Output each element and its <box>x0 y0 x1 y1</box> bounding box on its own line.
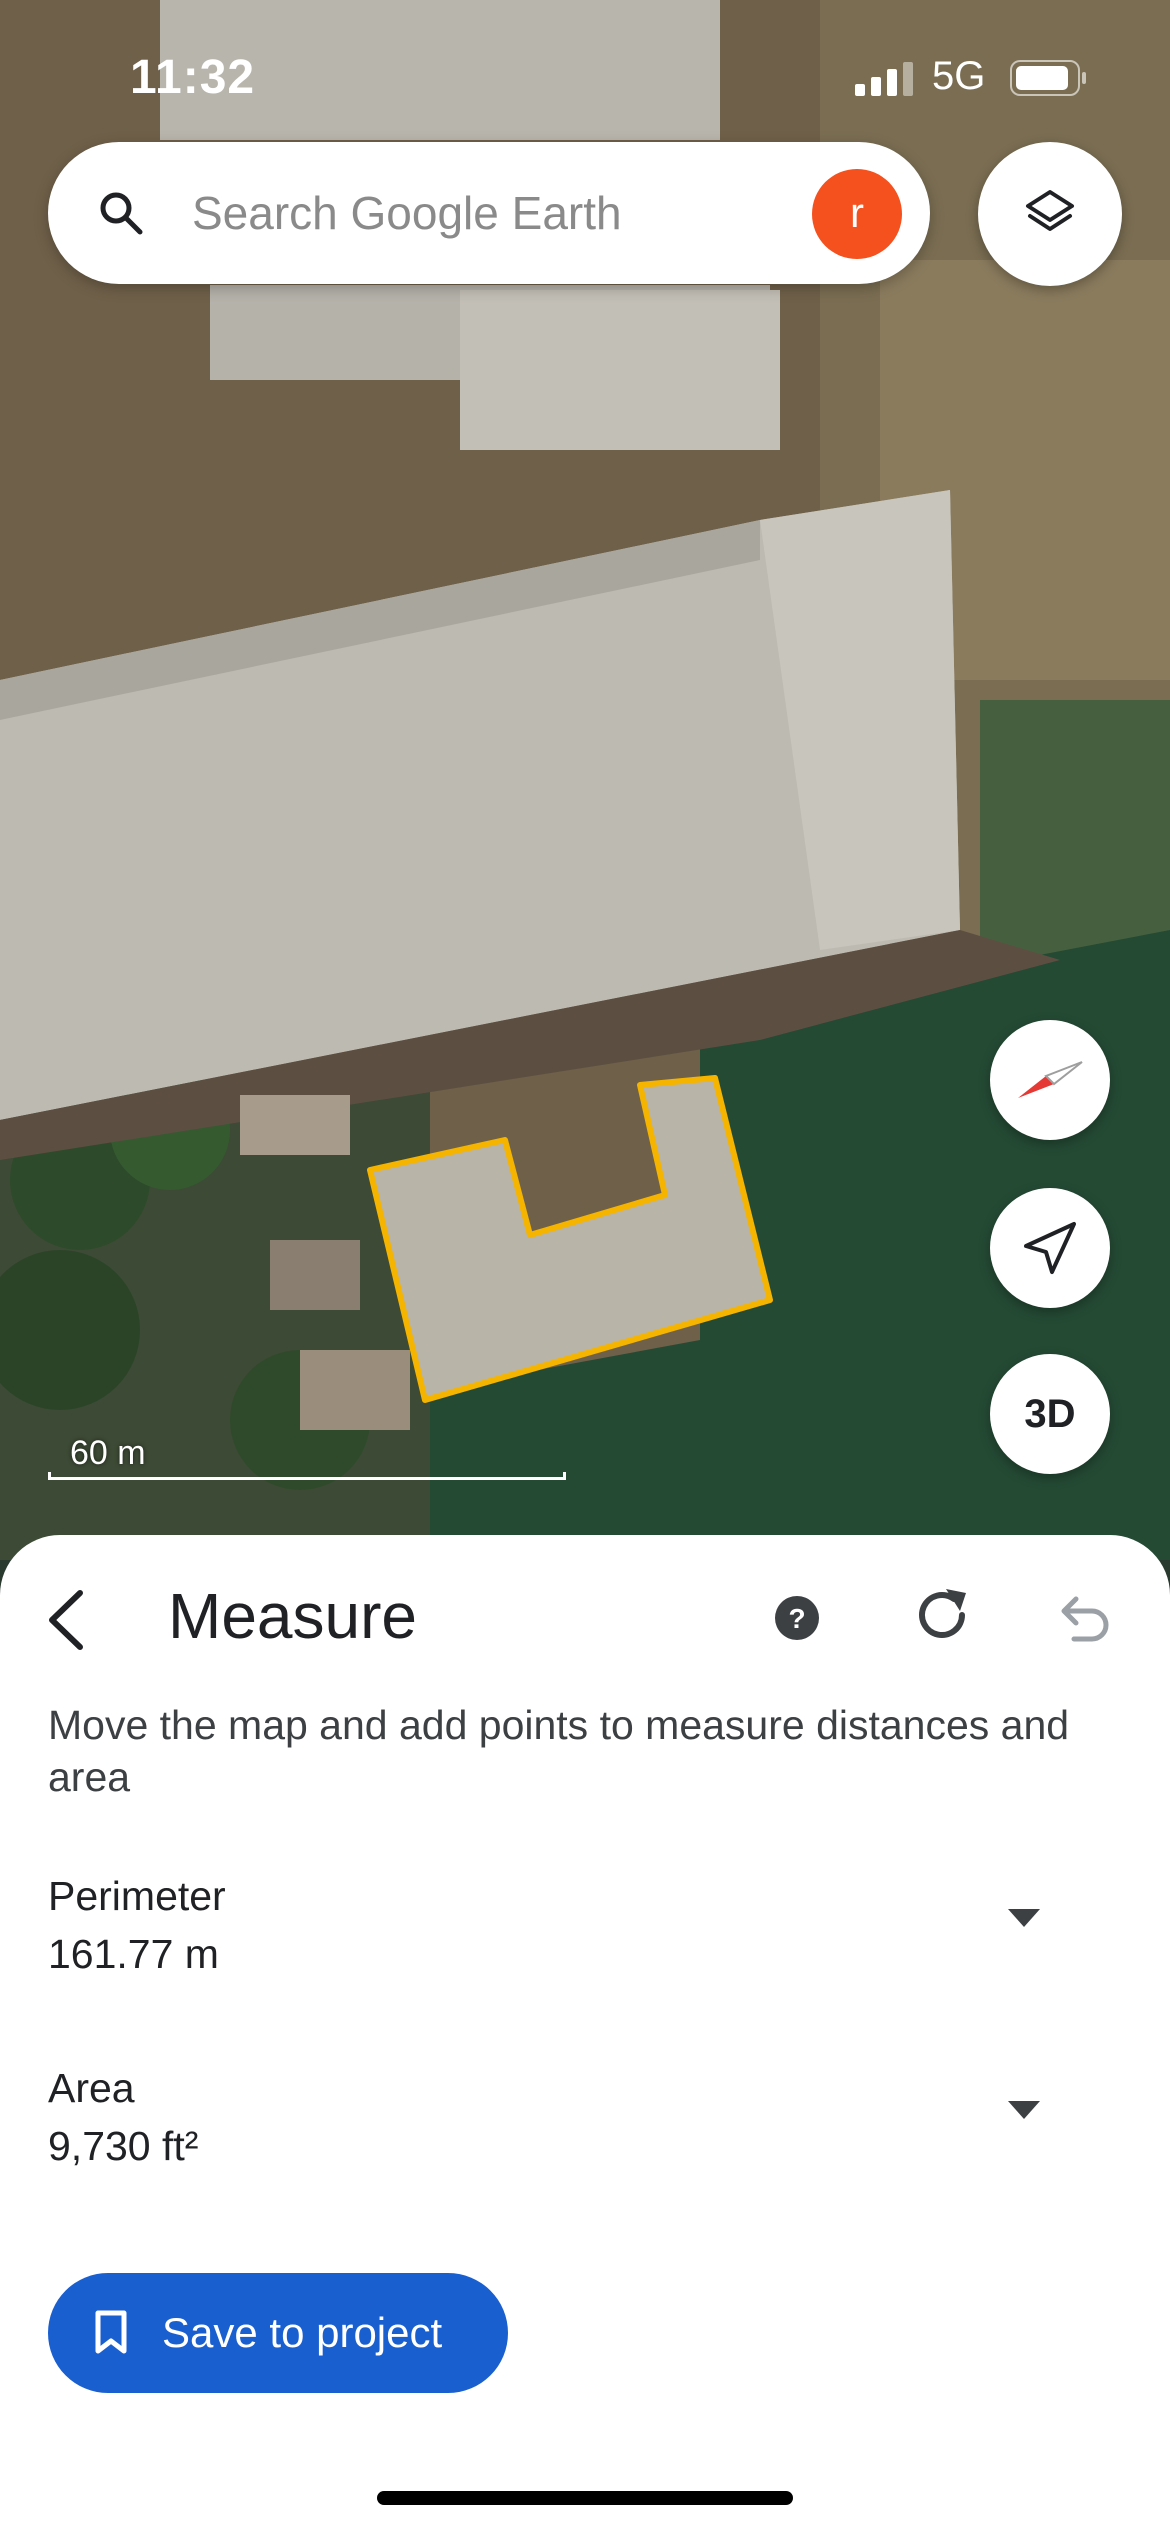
save-button-label: Save to project <box>162 2309 443 2356</box>
location-arrow-icon <box>1024 1222 1076 1274</box>
area-row[interactable]: Area 9,730 ft² <box>48 2065 1108 2185</box>
search-bar[interactable]: Search Google Earth r <box>48 142 930 284</box>
chevron-down-icon[interactable] <box>1008 2101 1040 2119</box>
avatar[interactable]: r <box>812 169 902 259</box>
perimeter-row[interactable]: Perimeter 161.77 m <box>48 1873 1108 1993</box>
refresh-icon[interactable] <box>910 1583 974 1647</box>
measure-description: Move the map and add points to measure d… <box>48 1702 1070 1800</box>
search-input[interactable]: Search Google Earth <box>192 186 622 240</box>
compass-button[interactable] <box>990 1020 1110 1140</box>
perimeter-value: 161.77 m <box>48 1931 219 1977</box>
perimeter-label: Perimeter <box>48 1873 226 1919</box>
measure-sheet: Measure ? Move the map and add points to… <box>0 1535 1170 2532</box>
compass-icon <box>1018 1061 1083 1098</box>
search-icon <box>100 192 143 235</box>
network-type: 5G <box>932 54 986 98</box>
3d-toggle-button[interactable]: 3D <box>990 1354 1110 1474</box>
area-value: 9,730 ft² <box>48 2123 199 2169</box>
scale-label: 60 m <box>70 1434 146 1472</box>
layers-icon <box>1026 190 1074 231</box>
battery-icon <box>1010 60 1086 96</box>
layers-button[interactable] <box>978 142 1122 286</box>
svg-text:?: ? <box>788 1603 805 1634</box>
undo-icon[interactable] <box>1052 1587 1112 1647</box>
status-time: 11:32 <box>130 51 256 104</box>
area-label: Area <box>48 2065 135 2111</box>
status-bar: 11:32 5G <box>0 0 1170 150</box>
map-scale: 60 m <box>48 1430 568 1482</box>
back-icon[interactable] <box>42 1585 92 1655</box>
chevron-down-icon[interactable] <box>1008 1909 1040 1927</box>
home-indicator[interactable] <box>377 2491 793 2505</box>
save-to-project-button[interactable]: Save to project <box>48 2273 508 2393</box>
my-location-button[interactable] <box>990 1188 1110 1308</box>
signal-icon <box>855 62 913 96</box>
page-title: Measure <box>168 1580 417 1652</box>
help-icon[interactable]: ? <box>772 1593 822 1643</box>
bookmark-icon <box>95 2310 127 2354</box>
scale-bar <box>48 1472 566 1480</box>
